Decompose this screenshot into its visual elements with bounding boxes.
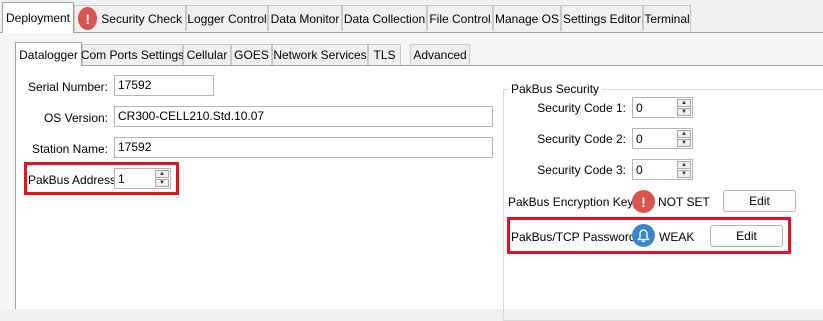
subtab-label: TLS [373,48,396,62]
spin-down-icon[interactable]: ▼ [155,179,169,187]
subtab-com-ports-settings[interactable]: Com Ports Settings [80,44,185,65]
subtab-label: Com Ports Settings [80,48,185,62]
subtab-label: Datalogger [19,47,78,62]
tab-security-check[interactable]: ! Security Check [74,5,186,31]
security-code-1-value: 0 [636,101,643,115]
tab-terminal[interactable]: Terminal [643,5,691,31]
security-code-2-label: Security Code 2: [537,132,626,146]
encryption-key-status: NOT SET [658,195,710,209]
os-version-label: OS Version: [43,111,108,125]
tab-label: Data Collection [343,11,426,26]
tab-label: Security Check [101,11,182,26]
edit-button-label: Edit [749,194,770,208]
subtab-label: GOES [234,48,269,62]
tab-data-collection[interactable]: Data Collection [342,5,427,31]
tab-label: Settings Editor [562,11,642,26]
tcp-password-status: WEAK [659,230,695,244]
main-tab-bar: Deployment ! Security Check Logger Contr… [0,0,823,33]
subtab-label: Cellular [186,48,228,62]
tab-label: Terminal [644,11,690,26]
alert-icon: ! [78,7,98,30]
os-version-field[interactable]: CR300-CELL210.Std.10.07 [114,106,493,127]
spin-up-icon[interactable]: ▲ [677,130,691,138]
station-name-field[interactable]: 17592 [114,137,493,158]
spin-down-icon[interactable]: ▼ [677,139,691,147]
security-code-2-spinner[interactable]: 0 ▲ ▼ [632,128,693,149]
tab-label: File Control [429,11,491,26]
subtab-cellular[interactable]: Cellular [183,44,231,65]
spinner-buttons: ▲ ▼ [677,130,691,147]
tcp-password-label: PakBus/TCP Password: [511,230,639,244]
tab-settings-editor[interactable]: Settings Editor [561,5,643,31]
pakbus-security-title: PakBus Security [508,82,603,96]
encryption-key-label: PakBus Encryption Key: [508,195,637,209]
subtab-goes[interactable]: GOES [231,44,272,65]
security-code-2-value: 0 [636,132,643,146]
security-code-3-spinner[interactable]: 0 ▲ ▼ [632,159,693,180]
subtab-tls[interactable]: TLS [368,44,401,65]
station-name-label: Station Name: [31,142,108,156]
spin-down-icon[interactable]: ▼ [677,170,691,178]
edit-button-label: Edit [736,229,757,243]
subtab-label: Advanced [413,48,467,62]
pakbus-address-value: 1 [118,172,125,186]
spin-up-icon[interactable]: ▲ [677,161,691,169]
tab-label: Manage OS [494,11,560,26]
serial-number-field[interactable]: 17592 [114,75,214,96]
alert-icon: ! [632,190,655,213]
security-code-1-label: Security Code 1: [537,101,626,115]
security-code-3-value: 0 [636,163,643,177]
pakbus-address-label: PakBus Address: [28,173,120,187]
tab-label: Deployment [5,11,71,25]
tab-manage-os[interactable]: Manage OS [493,5,561,31]
encryption-key-edit-button[interactable]: Edit [723,190,796,212]
spinner-buttons: ▲ ▼ [677,161,691,178]
spin-up-icon[interactable]: ▲ [155,170,169,178]
spinner-buttons: ▲ ▼ [677,99,691,116]
security-code-1-spinner[interactable]: 0 ▲ ▼ [632,97,693,118]
spin-up-icon[interactable]: ▲ [677,99,691,107]
tab-label: Data Monitor [270,11,340,26]
bell-icon [632,224,655,247]
spin-down-icon[interactable]: ▼ [677,108,691,116]
tab-label: Logger Control [187,11,267,26]
security-code-3-label: Security Code 3: [537,163,626,177]
tab-file-control[interactable]: File Control [427,5,493,31]
subtab-label: Network Services [273,48,367,62]
spinner-buttons: ▲ ▼ [155,170,169,187]
tab-deployment[interactable]: Deployment [2,2,74,33]
bell-icon-glyph [637,228,650,242]
serial-number-label: Serial Number: [27,80,108,94]
subtab-datalogger[interactable]: Datalogger [15,42,82,66]
pakbus-address-spinner[interactable]: 1 ▲ ▼ [114,168,171,189]
tab-data-monitor[interactable]: Data Monitor [268,5,342,31]
subtab-advanced[interactable]: Advanced [410,44,470,65]
tcp-password-edit-button[interactable]: Edit [710,225,783,247]
subtab-network-services[interactable]: Network Services [272,44,368,65]
tab-logger-control[interactable]: Logger Control [186,5,268,31]
